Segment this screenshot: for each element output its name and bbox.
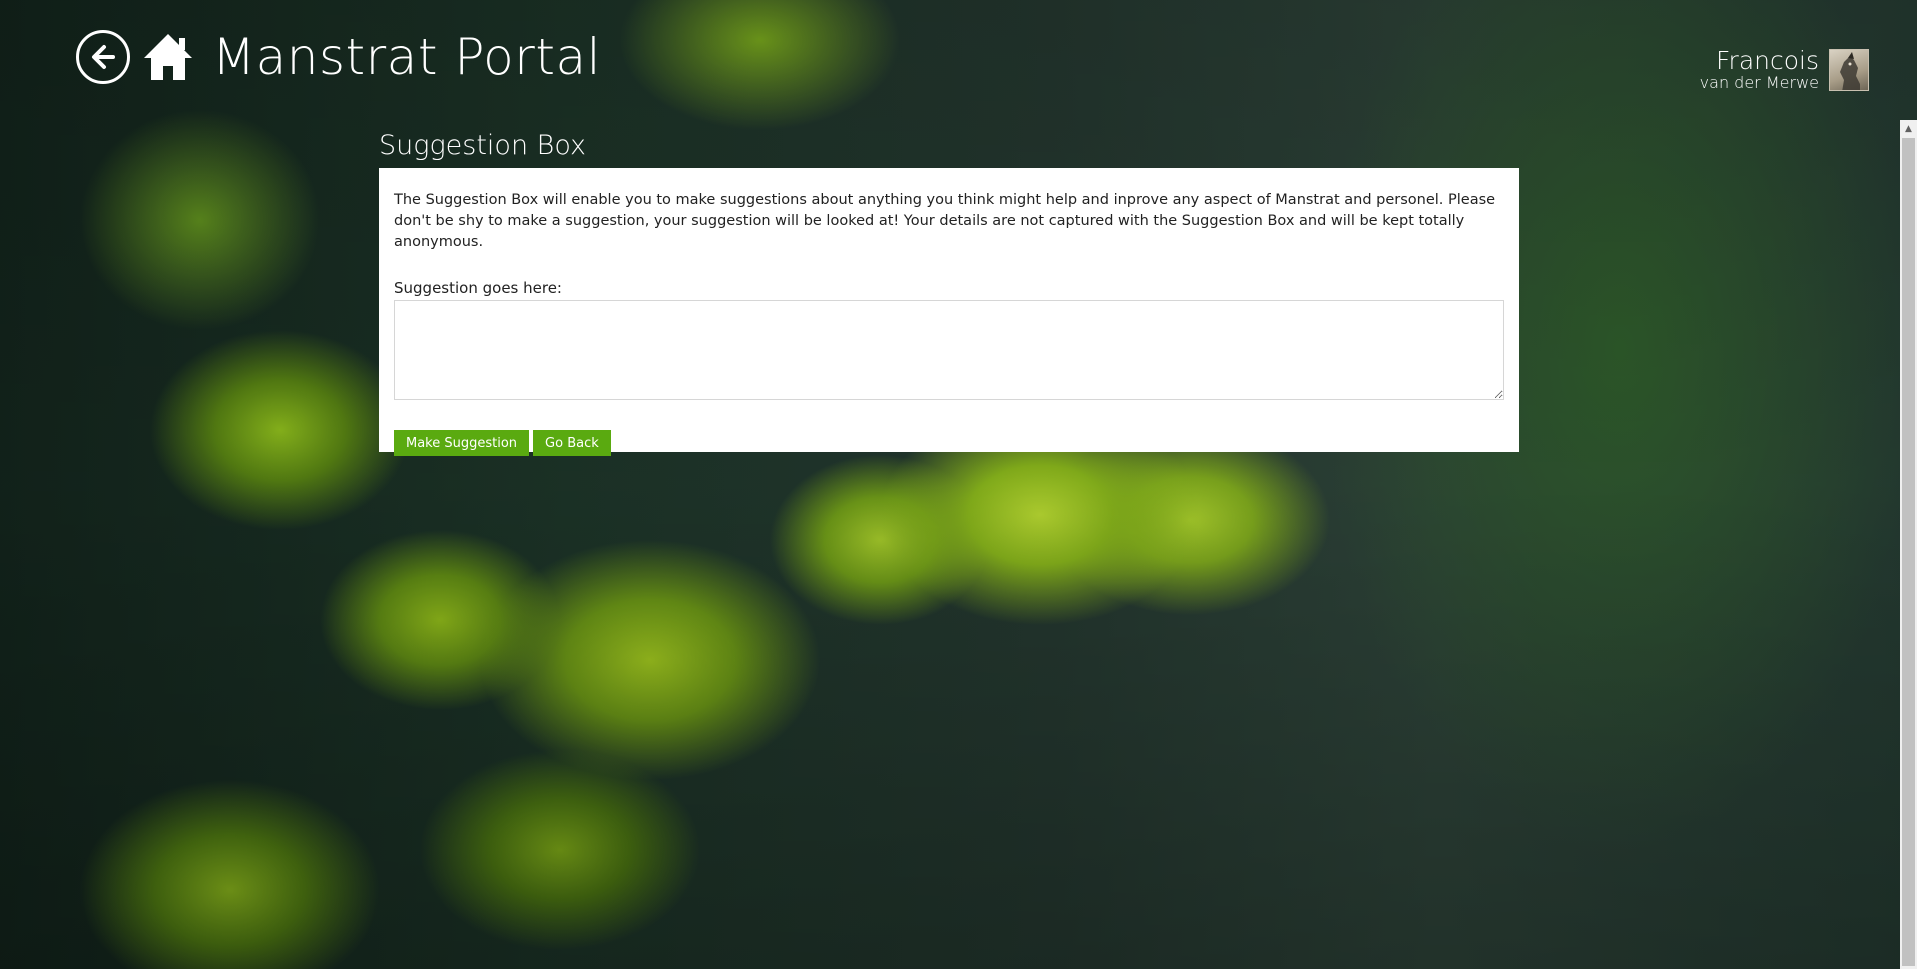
- go-back-button[interactable]: Go Back: [533, 430, 611, 456]
- page-title: Suggestion Box: [379, 130, 586, 161]
- make-suggestion-button[interactable]: Make Suggestion: [394, 430, 530, 456]
- intro-text: The Suggestion Box will enable you to ma…: [394, 192, 1496, 250]
- user-name-block: Francois van der Merwe: [1700, 48, 1819, 91]
- scroll-thumb[interactable]: [1902, 138, 1915, 966]
- back-button[interactable]: [76, 30, 130, 84]
- suggestion-input[interactable]: [394, 300, 1504, 400]
- user-first-name: Francois: [1715, 46, 1819, 75]
- arrow-left-circle-icon: [92, 45, 115, 69]
- avatar-icon: [1840, 51, 1860, 90]
- user-profile[interactable]: Francois van der Merwe: [1700, 48, 1869, 91]
- suggestion-panel: The Suggestion Box will enable you to ma…: [379, 168, 1519, 456]
- background-image: [0, 0, 1917, 969]
- user-last-name: van der Merwe: [1699, 73, 1819, 92]
- vertical-scrollbar[interactable]: ▲: [1900, 120, 1917, 969]
- home-icon: [144, 34, 192, 80]
- avatar[interactable]: [1829, 48, 1869, 91]
- scroll-up-arrow-icon[interactable]: ▲: [1900, 120, 1917, 137]
- home-button[interactable]: [142, 31, 194, 83]
- app-header: Manstrat Portal: [76, 30, 601, 84]
- button-row: Make Suggestion Go Back: [394, 430, 1504, 456]
- suggestion-label: Suggestion goes here:: [394, 279, 562, 297]
- app-title: Manstrat Portal: [212, 28, 601, 86]
